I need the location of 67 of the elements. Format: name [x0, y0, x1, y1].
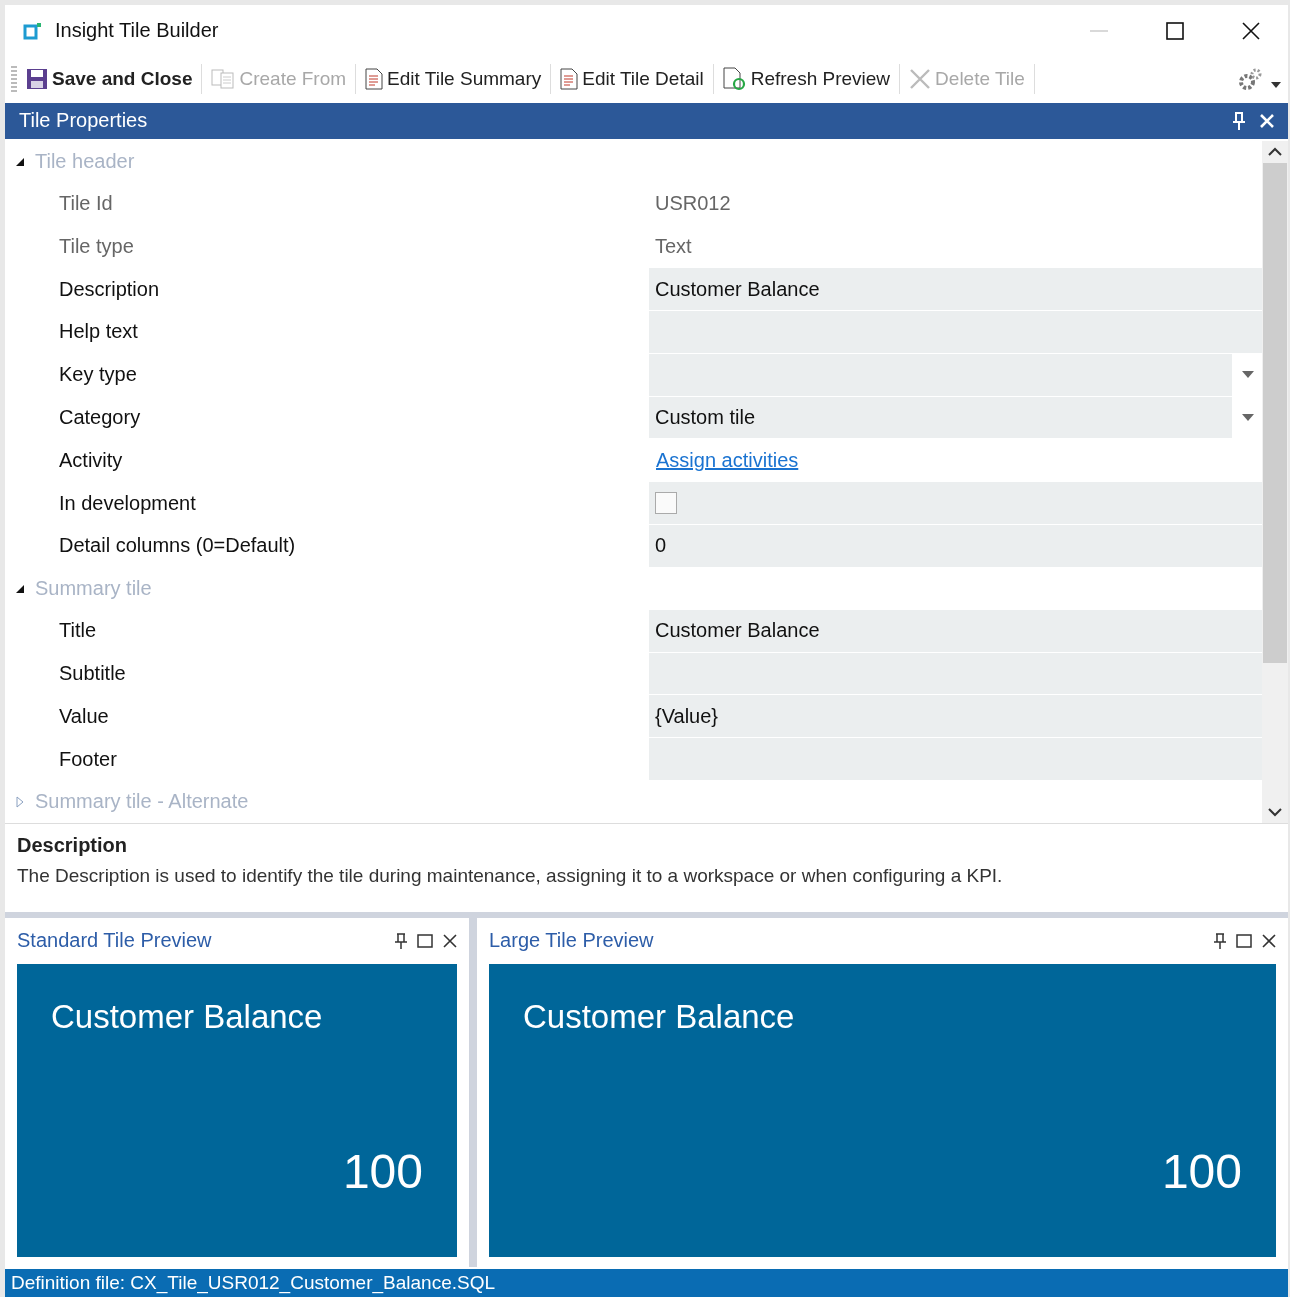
preview-title: Large Tile Preview	[489, 929, 654, 953]
status-text: Definition file: CX_Tile_USR012_Customer_Balance.SQL	[11, 1272, 496, 1294]
scrollbar[interactable]	[1262, 140, 1288, 823]
tile-value: 100	[342, 1144, 423, 1200]
tile-title: Customer Balance	[51, 997, 324, 1036]
document-icon	[365, 67, 384, 90]
dropdown-caret-icon[interactable]	[1242, 414, 1254, 422]
description-text: The Description is used to identify the tile during maintenance, assigning it to a workspace or when configuring a KPI.	[17, 864, 1004, 887]
description-title: Description	[17, 833, 129, 857]
close-icon[interactable]	[443, 933, 457, 948]
property-label: Title	[58, 618, 98, 644]
pin-icon[interactable]	[1214, 932, 1226, 949]
dropdown-caret-icon[interactable]	[1270, 80, 1282, 89]
copy-icon	[211, 67, 236, 90]
pin-icon[interactable]	[395, 932, 407, 949]
tile-title: Customer Balance	[523, 997, 796, 1036]
settings-icon[interactable]	[1238, 66, 1264, 91]
property-label: Tile type	[58, 233, 135, 259]
document-icon	[560, 67, 579, 90]
input-field[interactable]	[649, 311, 1262, 353]
scroll-down-icon[interactable]	[1268, 806, 1282, 817]
input-field[interactable]: 0	[649, 525, 1262, 567]
property-label: Footer	[58, 746, 118, 772]
preview-title: Standard Tile Preview	[17, 929, 212, 953]
maximize-icon[interactable]	[1166, 21, 1184, 40]
close-icon[interactable]	[1242, 21, 1260, 40]
toolbar-button[interactable]: Save and Close	[23, 65, 196, 92]
tile-value: 100	[1161, 1144, 1242, 1200]
toolbar-button[interactable]: Edit Tile Summary	[362, 65, 545, 92]
collapse-icon[interactable]	[15, 156, 25, 167]
property-label: Value	[58, 703, 110, 729]
input-field[interactable]	[649, 652, 1262, 695]
dropdown-field[interactable]: Custom tile	[649, 396, 1232, 439]
maximize-icon[interactable]	[1236, 932, 1252, 949]
maximize-icon[interactable]	[417, 932, 433, 949]
close-icon[interactable]	[1262, 933, 1276, 948]
toolbar-button[interactable]: Edit Tile Detail	[557, 65, 707, 92]
dropdown-caret-icon[interactable]	[1242, 371, 1254, 379]
collapse-icon[interactable]	[15, 583, 25, 594]
property-label: In development	[58, 490, 197, 516]
property-label: Key type	[58, 362, 138, 388]
save-icon	[26, 67, 48, 90]
property-label: Tile Id	[58, 191, 114, 216]
input-field[interactable]: Customer Balance	[649, 268, 1262, 310]
assign-activities-link[interactable]: Assign activities	[656, 448, 799, 472]
property-label: Help text	[58, 319, 139, 345]
input-field[interactable]: {Value}	[649, 695, 1262, 738]
refresh-document-icon	[722, 66, 747, 91]
checkbox[interactable]	[655, 492, 677, 515]
property-value: USR012	[654, 191, 732, 216]
property-label: Category	[58, 405, 142, 431]
property-label: Detail columns (0=Default)	[58, 533, 297, 559]
delete-icon	[909, 67, 932, 90]
property-label: Subtitle	[58, 660, 127, 686]
property-label: Activity	[58, 447, 124, 473]
section-title: Summary tile	[35, 577, 152, 601]
property-label: Description	[58, 276, 161, 302]
window-title: Insight Tile Builder	[55, 19, 219, 43]
section-title: Summary tile - Alternate	[35, 790, 249, 814]
section-title: Tile header	[35, 150, 135, 174]
property-value: Text	[654, 233, 693, 259]
input-field[interactable]: Customer Balance	[649, 609, 1262, 652]
scroll-up-icon[interactable]	[1268, 146, 1282, 157]
scrollbar-thumb[interactable]	[1263, 162, 1287, 663]
app-icon	[23, 20, 43, 41]
toolbar-button[interactable]: Refresh Preview	[719, 64, 894, 93]
panel-title: Tile Properties	[19, 109, 148, 133]
